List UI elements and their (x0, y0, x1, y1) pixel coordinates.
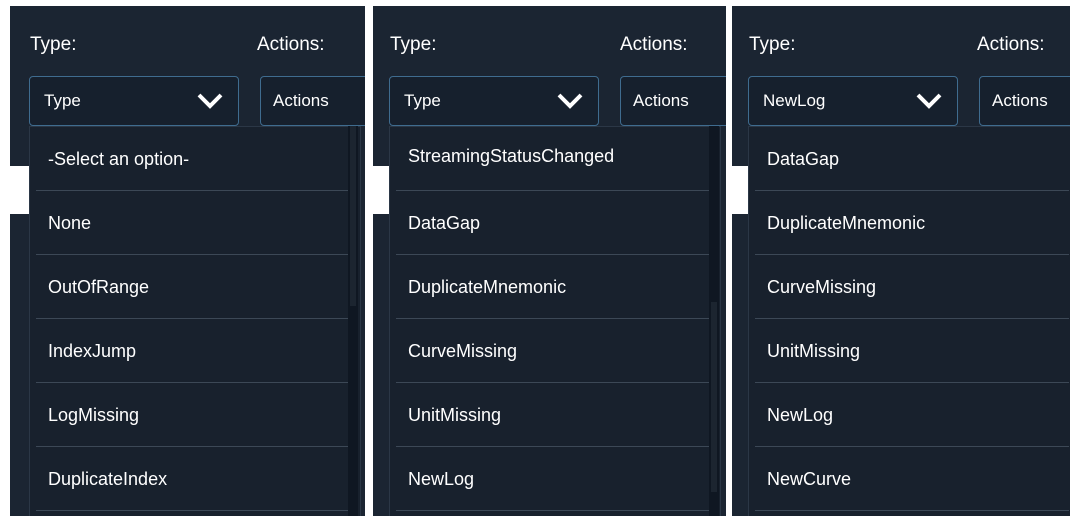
actions-label: Actions: (620, 34, 688, 55)
option-item[interactable]: NewLog (749, 383, 1070, 447)
type-label: Type: (30, 34, 77, 55)
filter-panel-2: Type: Actions: Type Actions StreamingSta… (373, 6, 726, 516)
type-dropdown-menu: StreamingStatusChanged DataGap Duplicate… (389, 126, 721, 516)
option-item[interactable]: IndexJump (30, 319, 360, 383)
option-item[interactable]: NewCurve (749, 447, 1070, 511)
dropdown-scrollbar[interactable] (348, 126, 358, 516)
chevron-down-icon (197, 93, 223, 109)
option-item[interactable]: NewLog (390, 447, 720, 511)
filter-panel-3: Type: Actions: NewLog Actions DataGap Du… (732, 6, 1070, 516)
option-item[interactable]: None (30, 191, 360, 255)
actions-button[interactable]: Actions (979, 76, 1070, 126)
type-select[interactable]: NewLog (748, 76, 958, 126)
dropdown-scrollbar[interactable] (709, 126, 719, 516)
type-select[interactable]: Type (29, 76, 239, 126)
option-item[interactable]: UnitMissing (749, 319, 1070, 383)
option-item[interactable]: CurveMissing (749, 255, 1070, 319)
type-label: Type: (390, 34, 437, 55)
chevron-down-icon (557, 93, 583, 109)
type-select-value: NewLog (763, 91, 826, 110)
option-item[interactable]: StreamingStatusChanged (390, 127, 720, 191)
actions-label: Actions: (257, 34, 325, 55)
filter-panel-1: Type: Actions: Type Actions -Select an o… (10, 6, 365, 516)
option-item[interactable]: DataGap (749, 127, 1070, 191)
type-dropdown-menu: -Select an option- None OutOfRange Index… (29, 126, 361, 516)
option-item[interactable]: DuplicateMnemonic (390, 255, 720, 319)
chevron-down-icon (916, 93, 942, 109)
type-select[interactable]: Type (389, 76, 599, 126)
type-dropdown-menu: DataGap DuplicateMnemonic CurveMissing U… (748, 126, 1070, 516)
option-item[interactable]: LogMissing (30, 383, 360, 447)
scrollbar-thumb[interactable] (711, 302, 717, 492)
option-item[interactable]: DataGap (390, 191, 720, 255)
actions-label: Actions: (977, 34, 1045, 55)
type-select-value: Type (404, 91, 441, 110)
option-item[interactable]: DuplicateMnemonic (749, 191, 1070, 255)
type-select-value: Type (44, 91, 81, 110)
type-label: Type: (749, 34, 796, 55)
option-item[interactable]: CurveMissing (390, 319, 720, 383)
option-item[interactable]: UnitMissing (390, 383, 720, 447)
option-item[interactable]: DuplicateIndex (30, 447, 360, 511)
option-item[interactable]: -Select an option- (30, 127, 360, 191)
option-item[interactable]: OutOfRange (30, 255, 360, 319)
actions-button[interactable]: Actions (620, 76, 726, 126)
scrollbar-thumb[interactable] (350, 126, 356, 306)
actions-button[interactable]: Actions (260, 76, 365, 126)
